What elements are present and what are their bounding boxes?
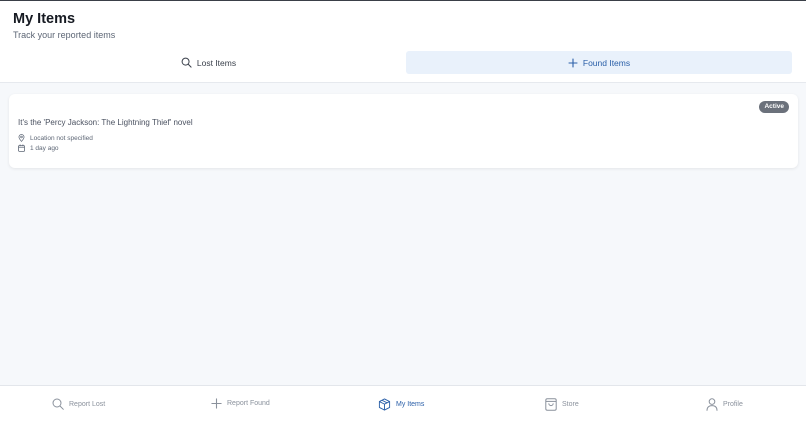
bottom-navigation: Report Lost Report Found My Items Store … bbox=[0, 385, 806, 428]
nav-report-lost[interactable]: Report Lost bbox=[52, 398, 105, 410]
tab-found-items[interactable]: Found Items bbox=[406, 51, 792, 74]
shopping-bag-icon bbox=[545, 398, 557, 411]
page-header: My Items Track your reported items bbox=[0, 1, 806, 43]
plus-icon bbox=[568, 57, 578, 68]
calendar-icon bbox=[18, 144, 25, 152]
nav-store-label: Store bbox=[562, 401, 579, 408]
plus-icon bbox=[211, 398, 222, 409]
item-location: Location not specified bbox=[18, 134, 93, 142]
item-card[interactable]: Active It's the 'Percy Jackson: The Ligh… bbox=[9, 94, 798, 168]
search-icon bbox=[181, 57, 192, 68]
nav-profile-label: Profile bbox=[723, 401, 743, 408]
user-icon bbox=[706, 398, 718, 411]
tab-lost-items-label: Lost Items bbox=[196, 57, 237, 68]
nav-profile[interactable]: Profile bbox=[706, 398, 743, 411]
item-date-text: 1 day ago bbox=[30, 144, 59, 152]
item-location-text: Location not specified bbox=[30, 134, 93, 142]
nav-report-found-label: Report Found bbox=[227, 400, 270, 407]
item-date: 1 day ago bbox=[18, 144, 59, 152]
nav-report-lost-label: Report Lost bbox=[69, 400, 106, 408]
item-title: It's the 'Percy Jackson: The Lightning T… bbox=[18, 118, 193, 127]
status-badge: Active bbox=[759, 101, 789, 113]
box-icon bbox=[378, 398, 391, 411]
items-tab-bar: Lost Items Found Items bbox=[0, 43, 806, 83]
page-subtitle: Track your reported items bbox=[13, 30, 116, 40]
nav-my-items[interactable]: My Items bbox=[378, 398, 424, 411]
tab-found-items-label: Found Items bbox=[582, 57, 631, 68]
tab-lost-items[interactable]: Lost Items bbox=[13, 51, 404, 74]
search-icon bbox=[52, 398, 64, 410]
nav-report-found[interactable]: Report Found bbox=[211, 398, 270, 409]
map-pin-icon bbox=[18, 134, 25, 142]
page-title: My Items bbox=[13, 11, 76, 27]
nav-my-items-label: My Items bbox=[396, 401, 425, 408]
nav-store[interactable]: Store bbox=[545, 398, 579, 411]
